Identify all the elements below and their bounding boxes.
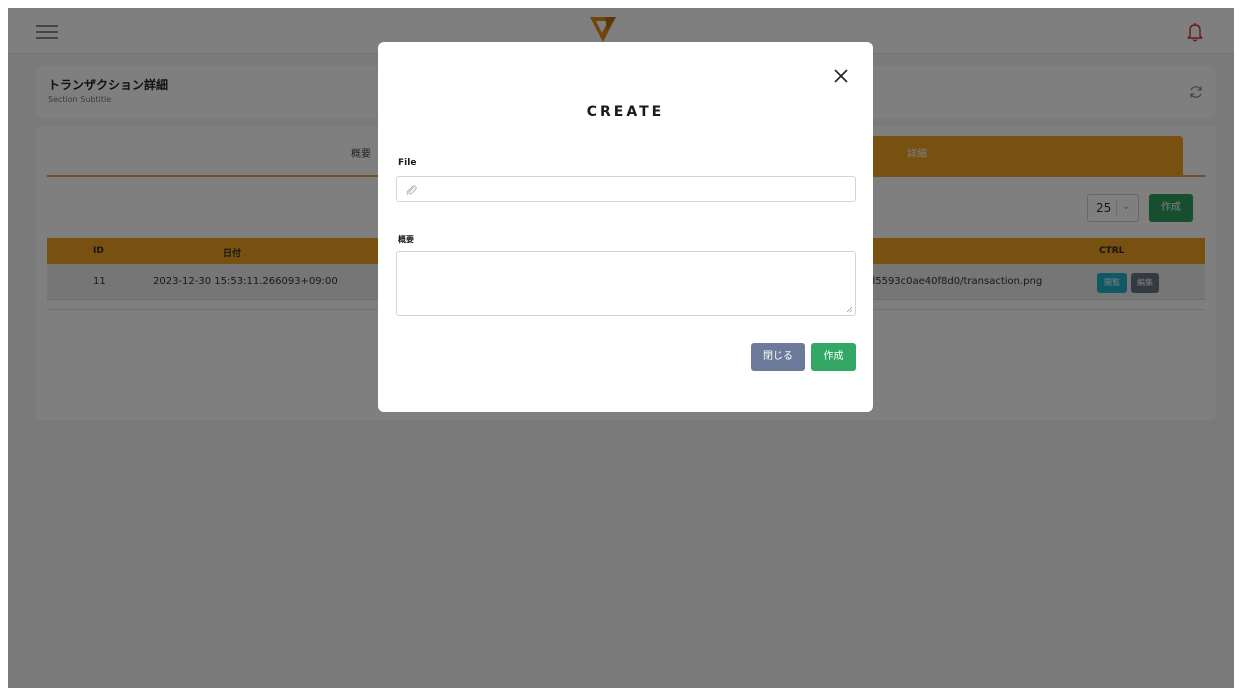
close-button[interactable]: 閉じる <box>751 343 805 371</box>
file-label: File <box>398 158 417 168</box>
modal-title: CREATE <box>586 104 665 120</box>
summary-textarea[interactable] <box>396 251 856 316</box>
modal-create-button[interactable]: 作成 <box>811 343 856 371</box>
summary-label: 概要 <box>398 235 414 244</box>
file-input[interactable] <box>396 176 856 202</box>
resize-grip-icon[interactable] <box>845 305 853 313</box>
close-icon[interactable] <box>833 68 849 84</box>
create-modal: CREATE File 概要 閉じる 作成 <box>378 42 873 412</box>
paperclip-icon <box>406 185 417 196</box>
